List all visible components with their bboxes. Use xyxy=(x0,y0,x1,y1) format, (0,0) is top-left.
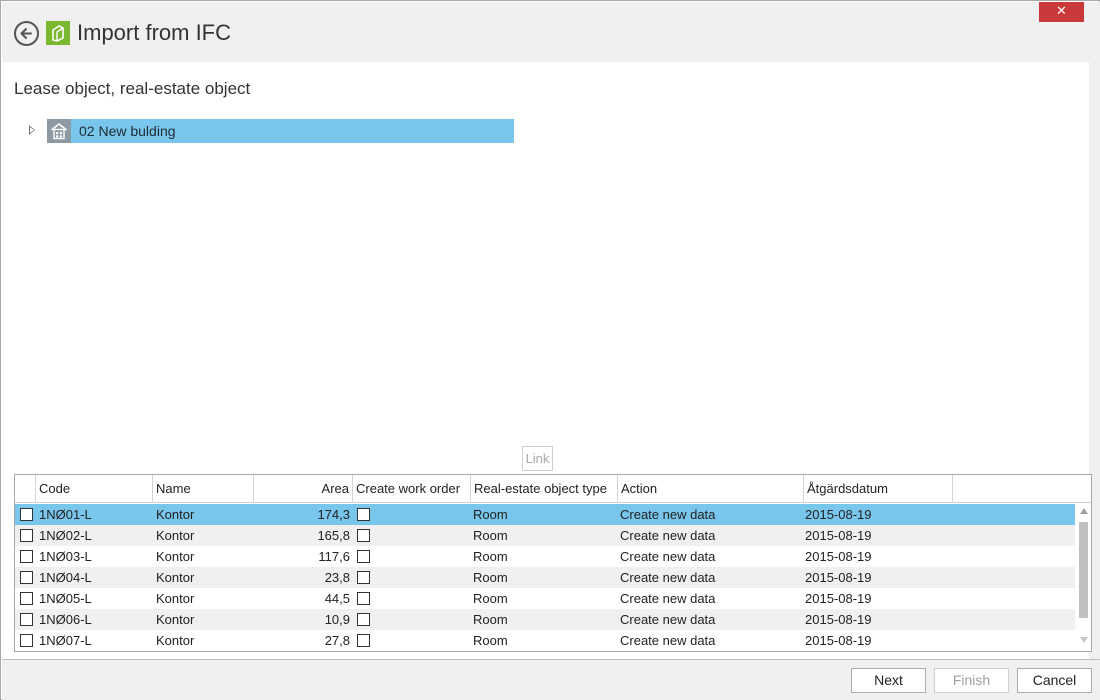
cancel-button[interactable]: Cancel xyxy=(1017,668,1092,693)
cell-action: Create new data xyxy=(620,507,716,522)
arrow-left-icon xyxy=(20,28,32,39)
tree-item-label: 02 New bulding xyxy=(79,123,176,139)
table-row[interactable]: 1NØ02-L Kontor 165,8 Room Create new data 201… xyxy=(15,525,1075,546)
cell-code: 1NØ01-L xyxy=(39,507,92,522)
row-select-checkbox[interactable] xyxy=(20,592,33,605)
cell-object-type: Room xyxy=(473,570,508,585)
cell-area: 117,6 xyxy=(318,549,350,564)
table-row[interactable]: 1NØ03-L Kontor 117,6 Room Create new data 201… xyxy=(15,546,1075,567)
back-button[interactable] xyxy=(14,21,39,46)
link-button[interactable]: Link xyxy=(522,446,553,471)
window-title: Import from IFC xyxy=(77,20,232,45)
table-row[interactable]: 1NØ01-L Kontor 174,3 Room Create new data 201… xyxy=(15,504,1075,525)
cell-name: Kontor xyxy=(156,591,195,606)
cell-area: 10,9 xyxy=(324,612,350,627)
cell-action: Create new data xyxy=(620,570,716,585)
row-select-checkbox[interactable] xyxy=(20,571,33,584)
scroll-thumb[interactable] xyxy=(1079,522,1088,618)
row-select-checkbox[interactable] xyxy=(20,550,33,563)
scroll-up-arrow-icon[interactable] xyxy=(1080,508,1088,514)
cell-atgardsdatum: 2015-08-19 xyxy=(805,591,872,606)
next-button[interactable]: Next xyxy=(851,668,926,693)
cell-code: 1NØ04-L xyxy=(39,570,92,585)
cell-code: 1NØ02-L xyxy=(39,528,92,543)
cell-object-type: Room xyxy=(473,633,508,648)
footer-bar: Next Finish Cancel xyxy=(2,659,1100,700)
create-work-order-checkbox[interactable] xyxy=(357,634,370,647)
column-header-name[interactable]: Name xyxy=(153,475,254,503)
column-header-code[interactable]: Code xyxy=(36,475,153,503)
row-select-checkbox[interactable] xyxy=(20,613,33,626)
cell-area: 165,8 xyxy=(317,528,350,543)
cell-area: 27,8 xyxy=(324,633,350,648)
tree-expand-chevron-icon[interactable] xyxy=(29,125,35,135)
cell-code: 1NØ06-L xyxy=(39,612,92,627)
cell-area: 174,3 xyxy=(317,507,350,522)
column-header-atgardsdatum[interactable]: Åtgärdsdatum xyxy=(804,475,953,503)
objects-grid: Code Name Area Create work order Real-es… xyxy=(14,474,1092,652)
column-header-object-type[interactable]: Real-estate object type xyxy=(471,475,618,503)
row-select-checkbox[interactable] xyxy=(20,508,33,521)
row-select-checkbox[interactable] xyxy=(20,529,33,542)
column-header-action[interactable]: Action xyxy=(618,475,804,503)
create-work-order-checkbox[interactable] xyxy=(357,613,370,626)
cell-atgardsdatum: 2015-08-19 xyxy=(805,507,872,522)
table-row[interactable]: 1NØ07-L Kontor 27,8 Room Create new data 2015… xyxy=(15,630,1075,651)
cell-action: Create new data xyxy=(620,549,716,564)
close-button[interactable]: ✕ xyxy=(1039,2,1084,22)
create-work-order-checkbox[interactable] xyxy=(357,529,370,542)
grid-header: Code Name Area Create work order Real-es… xyxy=(15,475,1091,503)
grid-scrollbar[interactable] xyxy=(1077,504,1091,651)
cell-area: 44,5 xyxy=(324,591,350,606)
column-header-area[interactable]: Area xyxy=(254,475,353,503)
table-row[interactable]: 1NØ04-L Kontor 23,8 Room Create new data 2015… xyxy=(15,567,1075,588)
cell-code: 1NØ05-L xyxy=(39,591,92,606)
cell-object-type: Room xyxy=(473,549,508,564)
cell-atgardsdatum: 2015-08-19 xyxy=(805,612,872,627)
create-work-order-checkbox[interactable] xyxy=(357,592,370,605)
cell-code: 1NØ07-L xyxy=(39,633,92,648)
cell-area: 23,8 xyxy=(324,570,350,585)
cell-code: 1NØ03-L xyxy=(39,549,92,564)
cell-atgardsdatum: 2015-08-19 xyxy=(805,570,872,585)
cell-object-type: Room xyxy=(473,507,508,522)
cell-action: Create new data xyxy=(620,528,716,543)
cell-name: Kontor xyxy=(156,633,195,648)
cell-name: Kontor xyxy=(156,528,195,543)
column-header-create-work-order[interactable]: Create work order xyxy=(353,475,471,503)
close-icon: ✕ xyxy=(1056,3,1067,18)
title-bar: Import from IFC xyxy=(2,2,1100,62)
tree-item-new-building[interactable]: 02 New bulding xyxy=(47,119,514,143)
cell-action: Create new data xyxy=(620,591,716,606)
import-ifc-window: Import from IFC ✕ Lease object, real-est… xyxy=(0,0,1100,700)
building-icon xyxy=(47,119,71,143)
table-row[interactable]: 1NØ05-L Kontor 44,5 Room Create new data 2015… xyxy=(15,588,1075,609)
cell-action: Create new data xyxy=(620,633,716,648)
cell-atgardsdatum: 2015-08-19 xyxy=(805,528,872,543)
create-work-order-checkbox[interactable] xyxy=(357,508,370,521)
cell-name: Kontor xyxy=(156,612,195,627)
cell-object-type: Room xyxy=(473,591,508,606)
cell-atgardsdatum: 2015-08-19 xyxy=(805,633,872,648)
cell-object-type: Room xyxy=(473,528,508,543)
create-work-order-checkbox[interactable] xyxy=(357,550,370,563)
cell-atgardsdatum: 2015-08-19 xyxy=(805,549,872,564)
create-work-order-checkbox[interactable] xyxy=(357,571,370,584)
cell-name: Kontor xyxy=(156,570,195,585)
scroll-down-arrow-icon[interactable] xyxy=(1080,637,1088,643)
row-select-checkbox[interactable] xyxy=(20,634,33,647)
cell-object-type: Room xyxy=(473,612,508,627)
column-header-select[interactable] xyxy=(15,475,36,503)
section-title: Lease object, real-estate object xyxy=(14,79,251,98)
cell-name: Kontor xyxy=(156,549,195,564)
table-row[interactable]: 1NØ06-L Kontor 10,9 Room Create new data 2015… xyxy=(15,609,1075,630)
finish-button[interactable]: Finish xyxy=(934,668,1009,693)
cell-name: Kontor xyxy=(156,507,195,522)
cell-action: Create new data xyxy=(620,612,716,627)
ifc-app-icon xyxy=(46,21,70,45)
